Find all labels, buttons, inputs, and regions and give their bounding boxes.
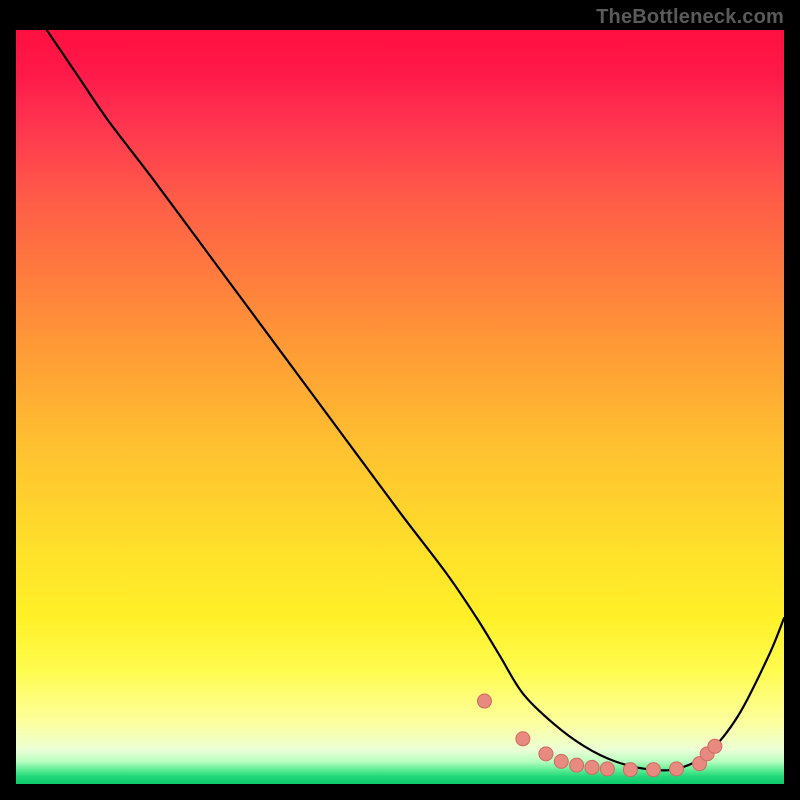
- bottleneck-dots-group: [477, 694, 721, 777]
- plot-area: [16, 30, 784, 784]
- bottleneck-dot: [623, 763, 637, 777]
- bottleneck-curve-line: [47, 30, 784, 770]
- bottleneck-dot: [554, 754, 568, 768]
- bottleneck-dot: [669, 762, 683, 776]
- bottleneck-dot: [585, 760, 599, 774]
- bottleneck-dot: [570, 758, 584, 772]
- chart-svg: [16, 30, 784, 784]
- bottleneck-dot: [600, 762, 614, 776]
- bottleneck-dot: [539, 747, 553, 761]
- watermark-text: TheBottleneck.com: [596, 6, 784, 29]
- chart-frame: TheBottleneck.com: [0, 0, 800, 800]
- bottleneck-dot: [516, 732, 530, 746]
- bottleneck-dot: [646, 763, 660, 777]
- bottleneck-dot: [708, 739, 722, 753]
- bottleneck-dot: [477, 694, 491, 708]
